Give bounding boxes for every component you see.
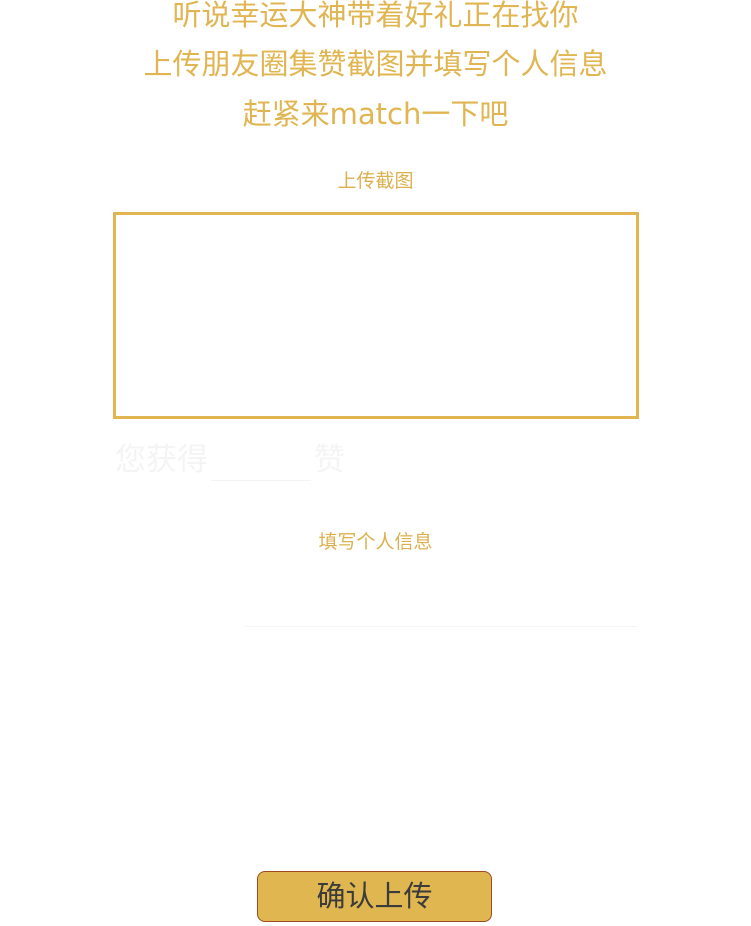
upload-screenshot-label: 上传截图 — [337, 170, 414, 192]
personal-info-input[interactable] — [245, 590, 637, 627]
likes-prefix-label: 您获得 — [115, 442, 208, 478]
likes-count-input[interactable] — [211, 442, 311, 481]
screenshot-upload-area[interactable] — [113, 212, 639, 419]
likes-suffix-label: 赞 — [314, 442, 345, 478]
intro-line-2: 上传朋友圈集赞截图并填写个人信息 — [143, 47, 608, 81]
personal-info-label: 填写个人信息 — [318, 531, 433, 553]
intro-line-3: 赶紧来match一下吧 — [242, 97, 509, 131]
confirm-upload-button[interactable]: 确认上传 — [257, 871, 492, 922]
intro-line-1: 听说幸运大神带着好礼正在找你 — [172, 0, 579, 32]
